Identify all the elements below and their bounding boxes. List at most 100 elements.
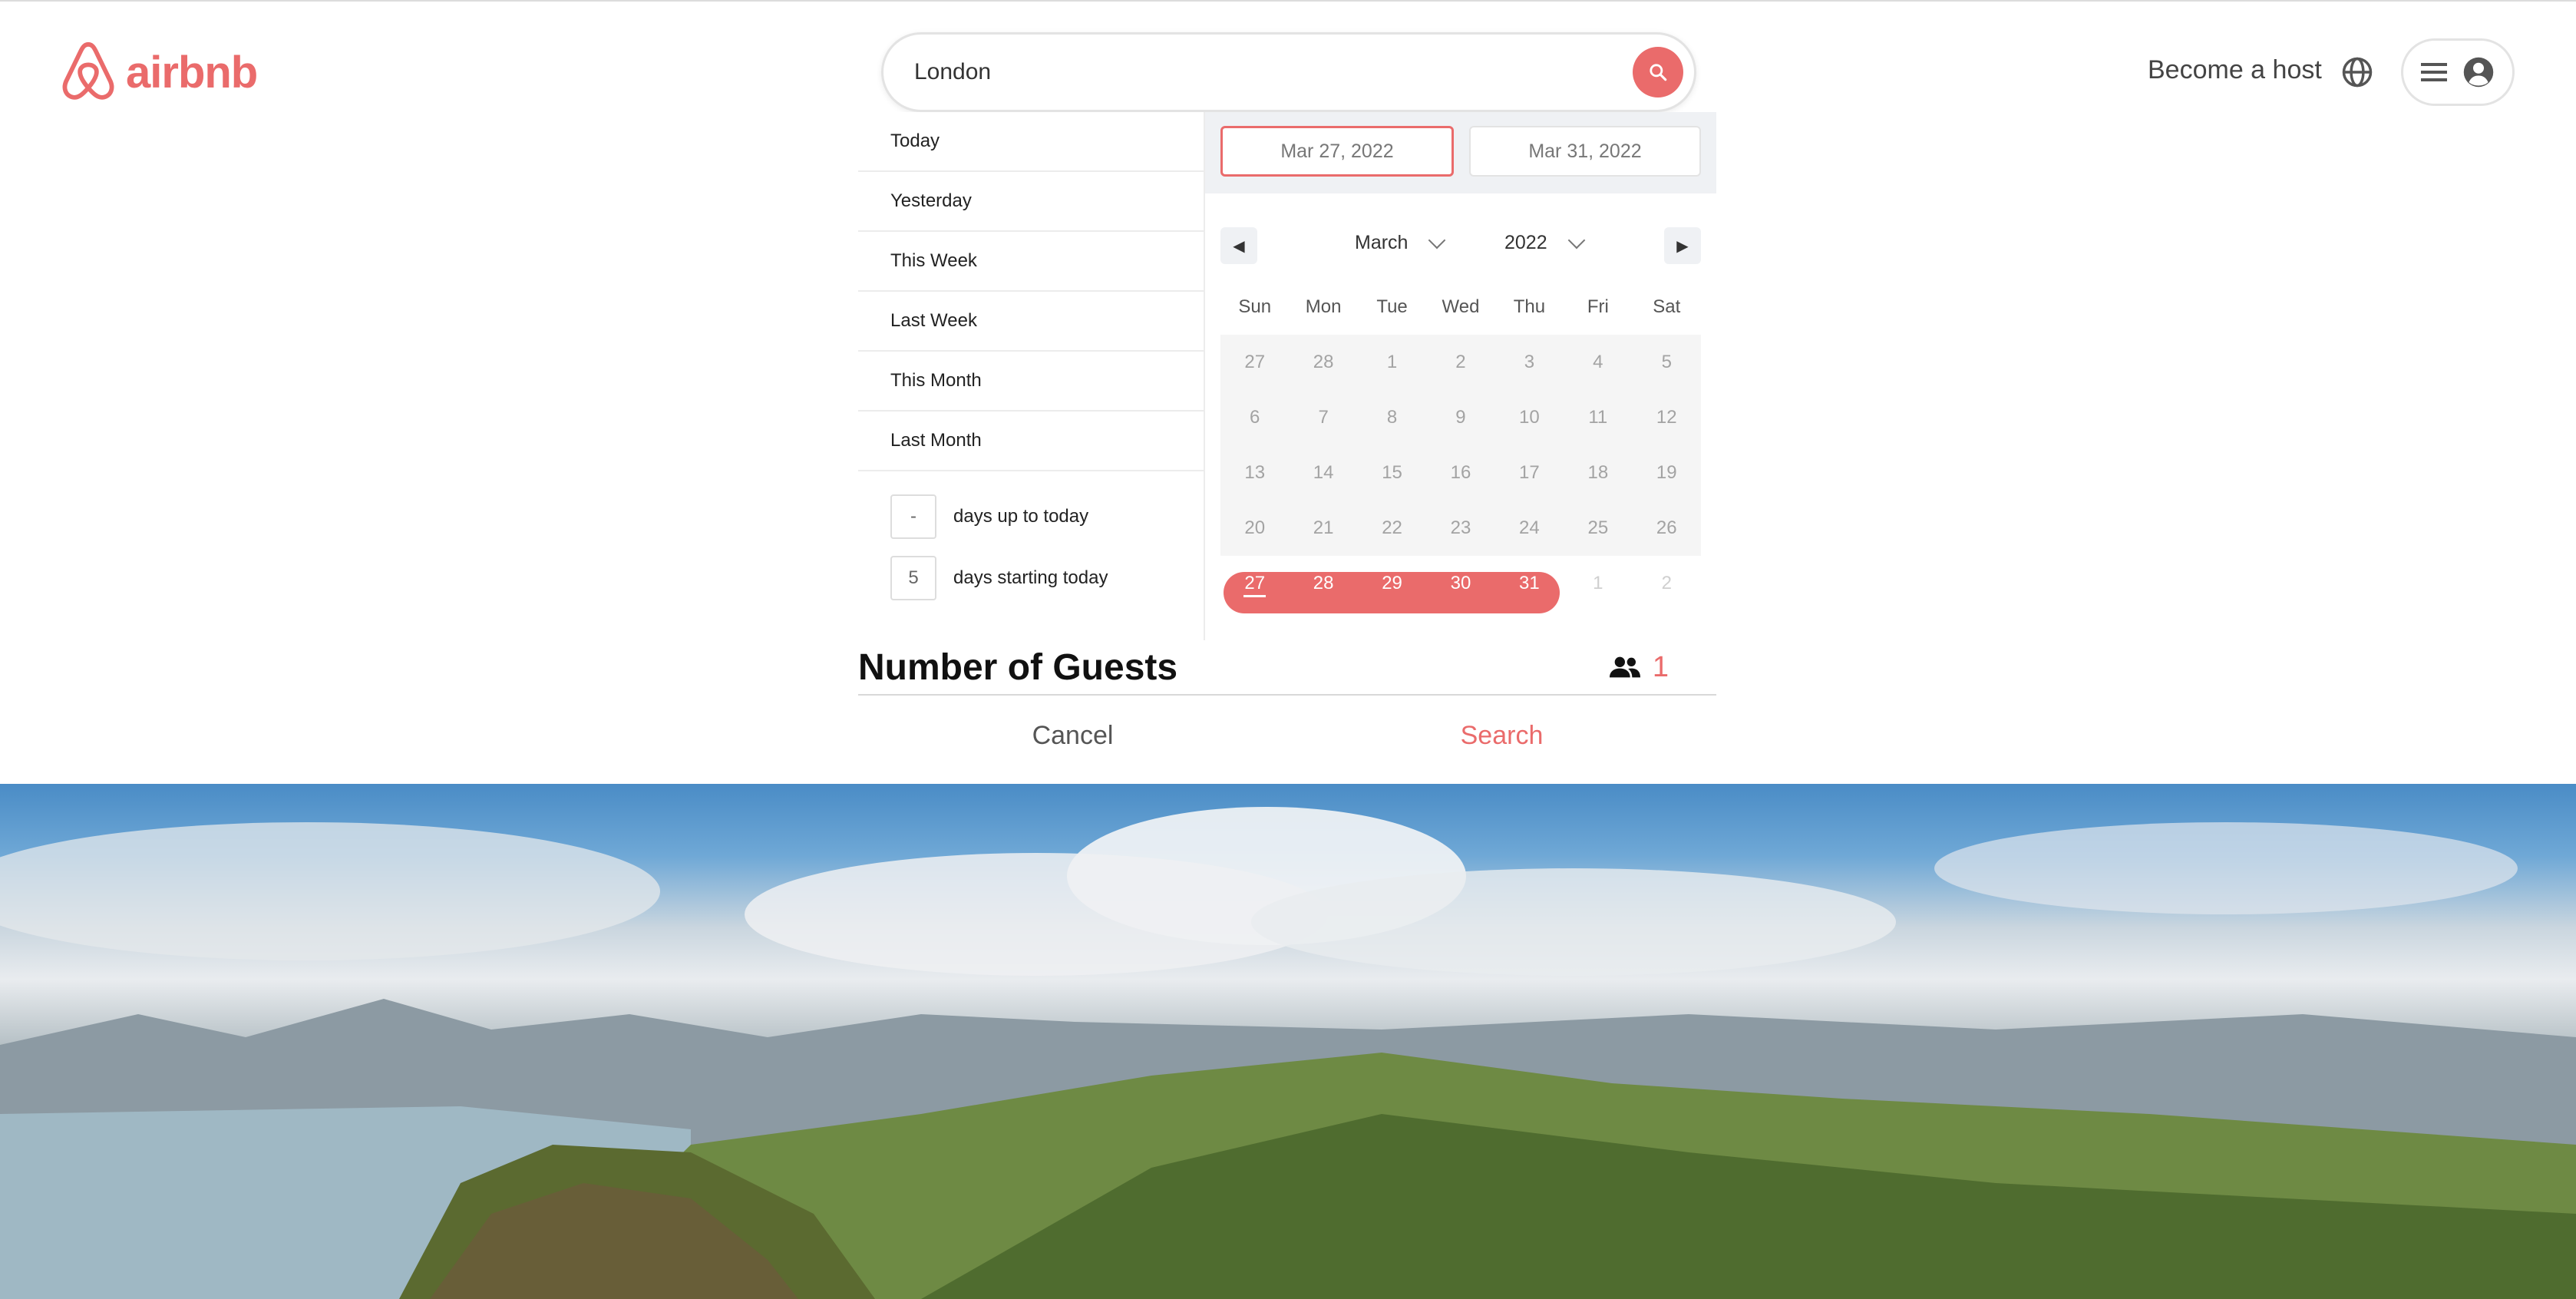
calendar-day-selected[interactable]: 28 [1289, 556, 1357, 611]
weekday-label: Sun [1238, 296, 1272, 317]
calendar-day[interactable]: 2 [1426, 335, 1494, 390]
weekday-label: Mon [1305, 296, 1342, 317]
month-value: March [1355, 232, 1409, 253]
year-select[interactable]: 2022 [1504, 231, 1585, 254]
menu-icon [2421, 63, 2447, 81]
preset-last-week[interactable]: Last Week [858, 292, 1204, 352]
weekday-label: Sat [1653, 296, 1681, 317]
arrow-left-icon: ◀ [1233, 237, 1245, 255]
guests-counter[interactable]: 1 [1609, 650, 1669, 684]
become-host-link[interactable]: Become a host [2148, 55, 2322, 85]
calendar-day[interactable]: 7 [1289, 390, 1357, 445]
calendar-day[interactable]: 24 [1495, 501, 1564, 556]
days-starting-today-row: 5 days starting today [890, 556, 1108, 600]
calendar-week: 27 28 1 2 3 4 5 [1220, 335, 1701, 390]
calendar-day[interactable]: 13 [1220, 445, 1289, 501]
calendar-day[interactable]: 19 [1633, 445, 1701, 501]
end-date-input[interactable]: Mar 31, 2022 [1469, 126, 1701, 177]
calendar-day[interactable]: 1 [1564, 556, 1632, 611]
hero-image [0, 784, 2576, 1299]
calendar-day[interactable]: 3 [1495, 335, 1564, 390]
days-up-to-today-row: - days up to today [890, 494, 1088, 539]
top-border [0, 0, 2576, 2]
calendar-week: 20 21 22 23 24 25 26 [1220, 501, 1701, 556]
preset-this-week[interactable]: This Week [858, 232, 1204, 292]
cancel-button[interactable]: Cancel [858, 696, 1287, 775]
guest-count: 1 [1652, 650, 1669, 683]
month-select[interactable]: March [1355, 231, 1446, 254]
calendar-day[interactable]: 6 [1220, 390, 1289, 445]
user-menu-button[interactable] [2401, 38, 2515, 106]
weekday-label: Fri [1587, 296, 1609, 317]
dropdown-actions: Cancel Search [858, 696, 1716, 775]
calendar-day[interactable]: 4 [1564, 335, 1632, 390]
calendar-day[interactable]: 2 [1633, 556, 1701, 611]
calendar-week: 27 28 29 30 31 1 2 [1220, 556, 1701, 613]
chevron-down-icon [1567, 231, 1585, 249]
arrow-right-icon: ▶ [1676, 237, 1689, 255]
calendar-week: 6 7 8 9 10 11 12 [1220, 390, 1701, 445]
search-bar[interactable] [881, 32, 1696, 112]
calendar-day[interactable]: 23 [1426, 501, 1494, 556]
airbnb-logo[interactable]: airbnb [58, 40, 258, 104]
calendar-day[interactable]: 1 [1358, 335, 1426, 390]
user-icon [2463, 57, 2494, 88]
calendar-day-selected[interactable]: 30 [1426, 556, 1494, 611]
calendar-day[interactable]: 22 [1358, 501, 1426, 556]
people-icon [1609, 656, 1640, 678]
year-value: 2022 [1504, 232, 1547, 253]
preset-last-month[interactable]: Last Month [858, 412, 1204, 471]
weekday-header: Sun Mon Tue Wed Thu Fri Sat [1220, 296, 1701, 318]
calendar-day[interactable]: 28 [1289, 335, 1357, 390]
calendar-day-selected[interactable]: 31 [1495, 556, 1564, 611]
search-icon [1650, 64, 1667, 81]
search-submit-button[interactable]: Search [1287, 696, 1716, 775]
calendar-day-selected[interactable]: 29 [1358, 556, 1426, 611]
guests-row: Number of Guests 1 [858, 640, 1716, 696]
globe-icon[interactable] [2341, 56, 2373, 88]
search-button[interactable] [1633, 47, 1683, 98]
calendar-navigation: ◀ March 2022 ▶ [1220, 227, 1701, 264]
date-range-inputs: Mar 27, 2022 Mar 31, 2022 [1205, 112, 1716, 193]
days-starting-today-input[interactable]: 5 [890, 556, 936, 600]
calendar-day[interactable]: 20 [1220, 501, 1289, 556]
weekday-label: Wed [1442, 296, 1480, 317]
calendar-day[interactable]: 11 [1564, 390, 1632, 445]
search-dropdown: Today Yesterday This Week Last Week This… [858, 112, 1716, 696]
preset-this-month[interactable]: This Month [858, 352, 1204, 412]
weekday-label: Tue [1376, 296, 1408, 317]
calendar-day[interactable]: 26 [1633, 501, 1701, 556]
preset-today[interactable]: Today [858, 112, 1204, 172]
calendar-day[interactable]: 18 [1564, 445, 1632, 501]
calendar-days: 27 28 1 2 3 4 5 6 7 8 9 10 11 12 13 14 1… [1220, 335, 1701, 613]
weekday-label: Thu [1513, 296, 1546, 317]
calendar-week: 13 14 15 16 17 18 19 [1220, 445, 1701, 501]
calendar-day[interactable]: 14 [1289, 445, 1357, 501]
calendar-day[interactable]: 12 [1633, 390, 1701, 445]
days-starting-today-label: days starting today [953, 567, 1108, 588]
search-input[interactable] [914, 59, 1590, 85]
logo-text: airbnb [126, 47, 258, 98]
calendar-day[interactable]: 15 [1358, 445, 1426, 501]
airbnb-logo-icon [62, 41, 114, 100]
calendar-day[interactable]: 17 [1495, 445, 1564, 501]
calendar-day[interactable]: 27 [1220, 335, 1289, 390]
calendar-day[interactable]: 9 [1426, 390, 1494, 445]
start-date-input[interactable]: Mar 27, 2022 [1220, 126, 1454, 177]
prev-month-button[interactable]: ◀ [1220, 227, 1257, 264]
calendar: Mar 27, 2022 Mar 31, 2022 ◀ March 2022 ▶… [1205, 112, 1716, 640]
days-up-to-today-label: days up to today [953, 506, 1089, 527]
calendar-day[interactable]: 5 [1633, 335, 1701, 390]
calendar-day[interactable]: 21 [1289, 501, 1357, 556]
calendar-day[interactable]: 10 [1495, 390, 1564, 445]
chevron-down-icon [1428, 231, 1446, 249]
days-up-to-today-input[interactable]: - [890, 494, 936, 539]
calendar-day[interactable]: 16 [1426, 445, 1494, 501]
preset-yesterday[interactable]: Yesterday [858, 172, 1204, 232]
calendar-day[interactable]: 8 [1358, 390, 1426, 445]
next-month-button[interactable]: ▶ [1664, 227, 1701, 264]
calendar-day-selected[interactable]: 27 [1220, 556, 1289, 611]
guests-title: Number of Guests [858, 646, 1178, 688]
date-presets: Today Yesterday This Week Last Week This… [858, 112, 1205, 640]
calendar-day[interactable]: 25 [1564, 501, 1632, 556]
